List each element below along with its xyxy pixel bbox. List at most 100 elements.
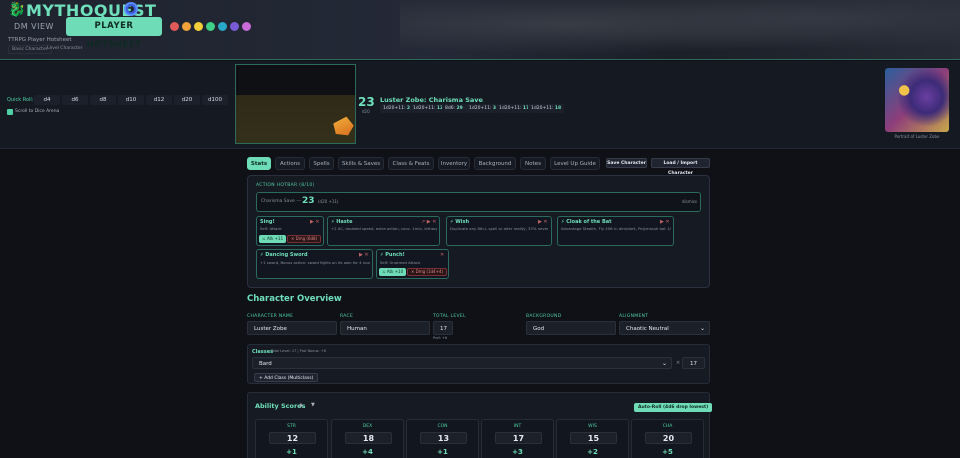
tab-background[interactable]: Background [474,157,516,170]
theme-teal-swatch[interactable] [218,22,227,31]
dismiss-button[interactable]: dismiss [682,199,697,204]
classes-summary: Total Level: 17 | Prof Bonus: +6 [271,349,326,353]
ability-modifier[interactable]: +4 [332,448,403,456]
ability-value-field[interactable]: 12 [269,432,316,444]
theme-green-swatch[interactable] [206,22,215,31]
save-character-button[interactable]: Save Character [606,158,647,168]
prof-bonus-note: Prof: +6 [433,336,448,340]
theme-orange-swatch[interactable] [182,22,191,31]
roll-history-item: 1d20+11: 18 [528,104,565,113]
card-desc: Advantage Stealth, Fly 40ft in dim/dark,… [561,226,671,231]
die-d8-button[interactable]: d8 [90,95,116,105]
tab-inventory[interactable]: Inventory [438,157,470,170]
attack-roll-button[interactable]: ⚔ Atk +10 [379,268,407,276]
card-title: Sing! [260,219,275,225]
ability-modifier[interactable]: +1 [407,448,478,456]
ability-name: DEX [362,424,373,429]
card-controls[interactable]: ↗ ▶ ✕ [421,219,436,225]
current-roll-name: Charisma Save --- [261,199,302,204]
player-hotsheet-button[interactable]: PLAYER HOTSHEET [66,17,162,50]
ability-value-field[interactable]: 20 [645,432,692,444]
tab-level-up-guide[interactable]: Level Up Guide [550,157,600,170]
attack-roll-button[interactable]: ⚔ Atk +11 [259,235,287,243]
roll-title: Luster Zobe: Charisma Save [380,96,483,104]
card-controls[interactable]: ▶ ✕ [660,219,670,225]
card-desc: Self: Unarmed Attack [380,260,421,265]
ability-name: CHA [662,424,673,429]
ability-modifier[interactable]: +5 [632,448,703,456]
theme-purple-swatch[interactable] [230,22,239,31]
alignment-select[interactable]: Chaotic Neutral ⌄ [619,321,710,335]
card-controls[interactable]: ✕ [440,252,444,258]
die-d10-button[interactable]: d10 [118,95,144,105]
ability-str: STR 12 +1 [255,419,328,458]
scroll-checkbox[interactable] [7,109,13,115]
sort-up-icon[interactable]: ▲ [299,402,303,408]
ability-name: INT [513,424,522,429]
level-label: TOTAL LEVEL [433,314,466,319]
character-portrait[interactable] [885,68,949,132]
total-level-field[interactable]: 17 [433,321,453,335]
ability-name: STR [287,424,296,429]
roll-history-item: 1d20+11: 17 [496,104,533,113]
card-desc: Self: Attack [260,226,282,231]
ability-name: WIS [588,424,597,429]
die-d6-button[interactable]: d6 [62,95,88,105]
class-level-field[interactable]: 17 [682,357,705,369]
damage-roll-button[interactable]: ✕ Dmg (6d8) [287,235,322,243]
background-field[interactable]: God [526,321,616,335]
tab-class-feats[interactable]: Class & Feats [388,157,434,170]
add-class-button[interactable]: + Add Class (Multiclass) [254,373,319,382]
card-desc: Duplicate any 8th-L spell or alter reali… [450,226,548,231]
theme-yellow-swatch[interactable] [194,22,203,31]
die-d20-button[interactable]: d20 [174,95,200,105]
subheader-title: TTRPG Player Hotsheet [8,37,72,43]
die-d100-button[interactable]: d100 [202,95,228,105]
tab-skills-saves[interactable]: Skills & Saves [338,157,384,170]
card-controls[interactable]: ▶ ✕ [310,219,320,225]
ability-value-field[interactable]: 17 [495,432,542,444]
tab-notes[interactable]: Notes [520,157,546,170]
ability-modifier[interactable]: +2 [557,448,628,456]
card-controls[interactable]: ▶ ✕ [359,252,369,258]
roll-die-type: d20 [362,109,370,114]
card-title: ⚡ Punch! [380,252,405,258]
ability-int: INT 17 +3 [481,419,554,458]
portrait-caption: Portrait of Luster Zobe [894,134,940,139]
ability-value-field[interactable]: 15 [570,432,617,444]
roll-history-item: 8d6: 29 [442,104,466,113]
ability-value-field[interactable]: 13 [420,432,467,444]
ability-wis: WIS 15 +2 [556,419,629,458]
ability-modifier[interactable]: +3 [482,448,553,456]
ability-modifier[interactable]: +1 [256,448,327,456]
class-value: Bard [259,361,272,367]
die-d12-button[interactable]: d12 [146,95,172,105]
tab-actions[interactable]: Actions [275,157,305,170]
quick-roll-label: Quick Roll: [7,97,34,103]
load-character-button[interactable]: Load / Import Character [651,158,710,176]
sort-down-icon[interactable]: ▼ [311,402,315,408]
dm-view-button[interactable]: DM VIEW [8,19,60,34]
auto-roll-button[interactable]: Auto-Roll (4d6 drop lowest) [634,403,713,412]
card-controls[interactable]: ▶ ✕ [538,219,548,225]
theme-red-swatch[interactable] [170,22,179,31]
die-d4-button[interactable]: d4 [34,95,60,105]
roll-result: 23 [358,95,375,109]
background-label: BACKGROUND [526,314,562,319]
damage-roll-button[interactable]: ✕ Dmg (1d4+4) [407,268,448,276]
chevron-down-icon: ⌄ [699,325,705,332]
race-field[interactable]: Human [340,321,430,335]
class-select[interactable]: Bard ⌄ [252,357,672,369]
tab-stats[interactable]: Stats [247,157,271,170]
character-name-field[interactable]: Luster Zobe [247,321,337,335]
header-art [400,0,960,60]
hotbar-label: ACTION HOTBAR (8/10) [256,183,315,188]
theme-pink-swatch[interactable] [242,22,251,31]
current-roll-detail: (d20 +11) [318,199,339,204]
tab-spells[interactable]: Spells [309,157,334,170]
overview-heading: Character Overview [247,294,342,304]
card-title: ⚡ Dancing Sword [260,252,308,258]
level-character-tab[interactable]: Level Character [44,45,86,52]
ability-value-field[interactable]: 18 [345,432,392,444]
swirl-icon [124,2,138,16]
